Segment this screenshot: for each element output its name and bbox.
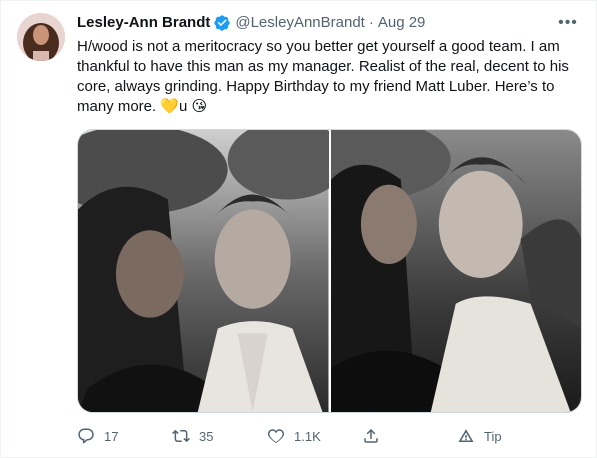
more-icon[interactable]: ••• [556, 11, 580, 35]
tweet-header: Lesley-Ann Brandt @LesleyAnnBrandt · Aug… [77, 13, 580, 33]
tweet-card[interactable]: Lesley-Ann Brandt @LesleyAnnBrandt · Aug… [0, 0, 597, 458]
tweet-photo-1[interactable] [78, 130, 329, 412]
reply-count: 17 [104, 428, 119, 444]
share-icon [364, 428, 378, 443]
reply-icon [78, 428, 94, 444]
tweet-text: H/wood is not a meritocracy so you bette… [77, 38, 569, 115]
tip-button[interactable]: Tip [457, 427, 517, 445]
author-display-name[interactable]: Lesley-Ann Brandt [77, 13, 210, 33]
like-icon [267, 429, 285, 443]
author-avatar[interactable] [17, 13, 65, 61]
author-handle[interactable]: @LesleyAnnBrandt [235, 13, 364, 33]
tweet-actions: 17 35 1.1K Tip [77, 425, 517, 447]
reply-button[interactable]: 17 [77, 427, 137, 445]
verified-badge-icon [213, 14, 231, 32]
retweet-button[interactable]: 35 [172, 427, 232, 445]
share-button[interactable] [362, 427, 422, 445]
retweet-count: 35 [199, 428, 214, 444]
retweet-icon [172, 429, 190, 443]
tweet-media[interactable] [77, 129, 582, 413]
like-button[interactable]: 1.1K [267, 427, 327, 445]
tweet-photo-2[interactable] [330, 130, 581, 412]
like-count: 1.1K [294, 428, 321, 444]
tip-label: Tip [484, 428, 502, 444]
tip-icon [458, 429, 474, 442]
separator-dot: · [368, 14, 374, 31]
tweet-date[interactable]: Aug 29 [378, 13, 426, 33]
